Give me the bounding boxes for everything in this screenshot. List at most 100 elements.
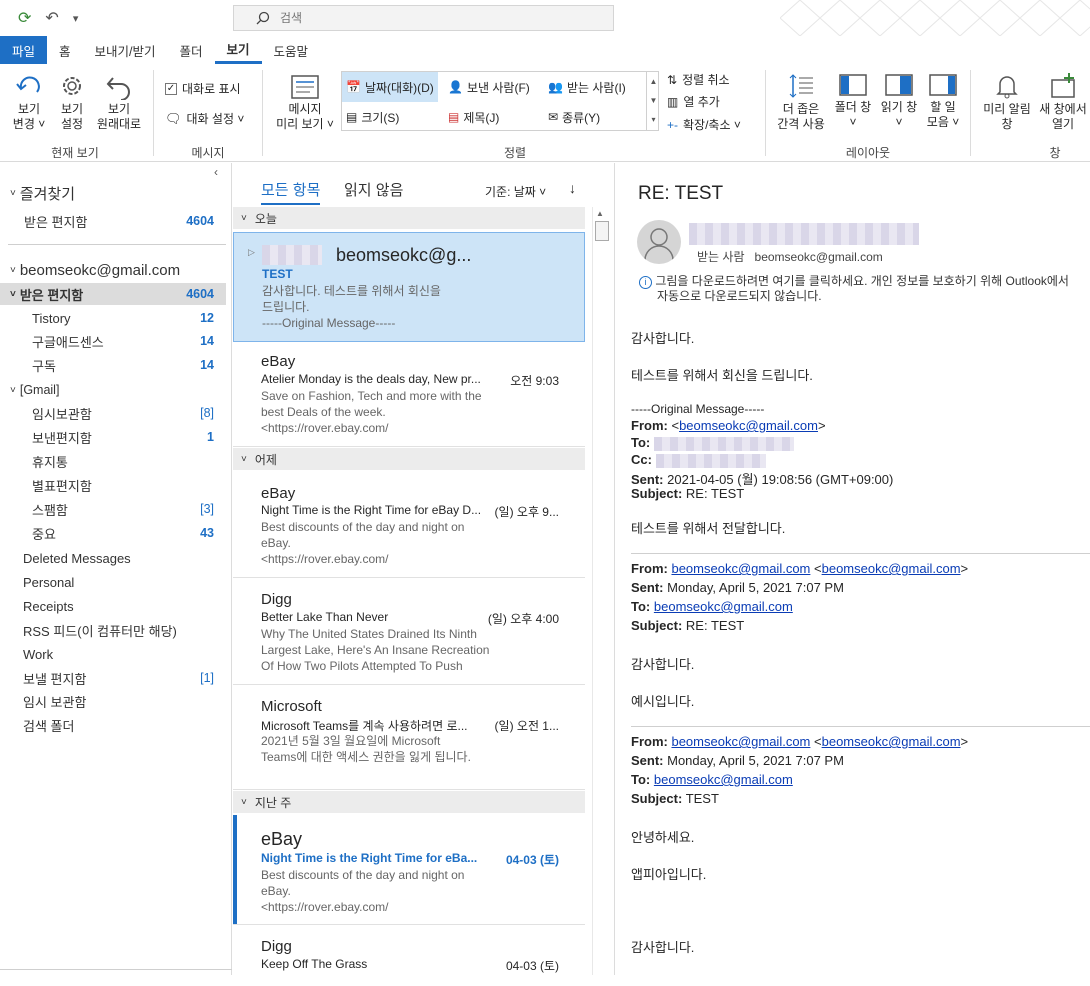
message-item[interactable]: eBay Atelier Monday is the deals day, Ne… (233, 343, 585, 447)
message-item[interactable]: Digg Keep Off The Grass 04-03 (토) (233, 926, 585, 986)
arrange-by-type-button[interactable]: ✉ 종류(Y) (544, 102, 604, 132)
type-icon: ✉ (548, 110, 559, 124)
tab-folder[interactable]: 폴더 (168, 36, 215, 64)
tab-help[interactable]: 도움말 (262, 36, 321, 64)
expand-conversation-icon[interactable]: ▷ (248, 247, 255, 258)
columns-icon: ▥ (667, 94, 679, 109)
group-header-today[interactable]: ˅ 오늘 (233, 207, 585, 229)
folder-tistory[interactable]: Tistory 12 (0, 307, 226, 329)
email-link[interactable]: beomseokc@gmail.com (654, 772, 793, 787)
folder-local-drafts[interactable]: 임시 보관함 (0, 690, 226, 712)
email-link[interactable]: beomseokc@gmail.com (822, 734, 961, 749)
folder-gmail[interactable]: ˅ [Gmail] (0, 379, 226, 401)
arrange-by-size-button[interactable]: ▤ 크기(S) (342, 102, 403, 132)
customize-toolbar-icon[interactable]: ▾ (73, 12, 79, 25)
folder-search-folders[interactable]: 검색 폴더 (0, 714, 226, 736)
conversation-settings-button[interactable]: 🗨 대화 설정 ˅ (165, 110, 244, 127)
sort-direction-icon[interactable]: ↓ (569, 180, 576, 196)
message-subject: Keep Off The Grass (261, 957, 368, 971)
folder-sent[interactable]: 보낸편지함 1 (0, 426, 226, 448)
folder-trash[interactable]: 휴지통 (0, 450, 226, 472)
message-subject: Night Time is the Right Time for eBa... (261, 851, 478, 865)
reverse-sort-button[interactable]: ⇅ 정렬 취소 (667, 71, 730, 88)
message-preview-button[interactable]: 메시지 미리 보기 ˅ (270, 74, 340, 132)
favorites-header[interactable]: ˅ 즐겨찾기 (0, 182, 226, 204)
tab-file[interactable]: 파일 (0, 36, 48, 64)
message-sender: Digg (261, 938, 292, 955)
filter-unread-tab[interactable]: 읽지 않음 (344, 179, 403, 200)
reading-pane-button[interactable]: 읽기 창 ˅ (876, 72, 922, 130)
message-item[interactable]: eBay Night Time is the Right Time for eB… (233, 815, 585, 925)
undo-icon[interactable]: ↶ (45, 8, 58, 28)
group-header-last-week[interactable]: ˅ 지난 주 (233, 791, 585, 813)
account-header[interactable]: ˅ beomseokc@gmail.com (0, 259, 226, 281)
folder-adsense[interactable]: 구글애드센스 14 (0, 330, 226, 352)
folder-personal[interactable]: Personal (0, 571, 226, 593)
quote1-sent-line: Sent: Monday, April 5, 2021 7:07 PM (631, 580, 844, 595)
tab-home[interactable]: 홈 (47, 36, 83, 64)
checkbox-checked-icon: ✓ (165, 82, 177, 95)
reminders-window-button[interactable]: 미리 알림 창 (978, 72, 1036, 132)
send-receive-icon[interactable]: ⟳ (18, 8, 31, 28)
arrange-by-date-button[interactable]: 📅 날짜(대화)(D) (342, 72, 438, 102)
folder-outbox[interactable]: 보낼 편지함 [1] (0, 667, 226, 689)
folder-receipts[interactable]: Receipts (0, 595, 226, 617)
email-link[interactable]: beomseokc@gmail.com (671, 734, 810, 749)
folder-deleted-messages[interactable]: Deleted Messages (0, 547, 226, 569)
tab-view[interactable]: 보기 (214, 36, 262, 64)
folder-pane-button[interactable]: 폴더 창 ˅ (830, 72, 876, 130)
search-box[interactable] (233, 5, 614, 31)
message-item[interactable]: Digg Better Lake Than Never (일) 오후 4:00 … (233, 579, 585, 685)
arrange-by-subject-button[interactable]: ▤ 제목(J) (444, 102, 503, 132)
view-settings-button[interactable]: 보기 설정 (52, 72, 92, 132)
collapse-pane-icon[interactable]: ‹ (214, 165, 218, 179)
message-time: 04-03 (토) (505, 853, 559, 867)
expand-collapse-icon: +- (667, 117, 679, 132)
folder-work[interactable]: Work (0, 643, 226, 665)
expand-collapse-button[interactable]: +- 확장/축소 ˅ (667, 116, 741, 133)
search-input[interactable] (280, 11, 580, 25)
gallery-scroll[interactable]: ▲ ▼ ▾ (646, 72, 660, 130)
email-link[interactable]: beomseokc@gmail.com (822, 561, 961, 576)
open-in-new-window-button[interactable]: 새 창에서 열기 (1036, 72, 1090, 132)
message-time: (일) 오후 9... (494, 505, 559, 519)
change-view-button[interactable]: 보기 변경 ˅ (6, 72, 52, 132)
reset-view-button[interactable]: 보기 원래대로 (94, 72, 144, 132)
folder-starred[interactable]: 별표편지함 (0, 474, 226, 496)
add-columns-button[interactable]: ▥ 열 추가 (667, 93, 720, 110)
ribbon-divider (262, 70, 263, 156)
chevron-down-icon: ˅ (241, 796, 247, 808)
message-item[interactable]: eBay Night Time is the Right Time for eB… (233, 471, 585, 578)
arrange-by-from-button[interactable]: 👤 보낸 사람(F) (444, 72, 534, 102)
message-list-scrollbar[interactable]: ▲ (592, 207, 610, 975)
download-pictures-infobar[interactable]: i 그림을 다운로드하려면 여기를 클릭하세요. 개인 정보를 보호하기 위해 … (639, 274, 1069, 304)
message-preview: Save on Fashion, Tech and more with the … (261, 389, 482, 435)
email-link[interactable]: beomseokc@gmail.com (671, 561, 810, 576)
folder-inbox[interactable]: ˅ 받은 편지함 4604 (0, 283, 226, 305)
folder-spam[interactable]: 스팸함 [3] (0, 498, 226, 520)
compact-spacing-button[interactable]: 더 좁은 간격 사용 (772, 72, 830, 132)
folder-subscriptions[interactable]: 구독 14 (0, 354, 226, 376)
arrange-by-to-button[interactable]: 👥 받는 사람(I) (544, 72, 630, 102)
scroll-up-icon[interactable]: ▲ (596, 209, 604, 218)
favorite-inbox[interactable]: 받은 편지함 4604 (0, 210, 226, 232)
scroll-thumb[interactable] (595, 221, 609, 241)
filter-all-tab[interactable]: 모든 항목 (261, 179, 321, 205)
todo-bar-button[interactable]: 할 일 모음 ˅ (922, 72, 964, 130)
tab-send-receive[interactable]: 보내기/받기 (83, 36, 168, 64)
message-item[interactable]: ▷ beomseokc@g... TEST 감사합니다. 테스트를 위해서 회신… (233, 232, 585, 342)
sort-by-dropdown[interactable]: 기준: 날짜 ˅ (485, 183, 546, 200)
message-item[interactable]: Microsoft Microsoft Teams를 계속 사용하려면 로...… (233, 686, 585, 790)
chevron-down-icon: ˅ (241, 212, 247, 224)
recipient-line: 받는 사람 beomseokc@gmail.com (697, 250, 883, 264)
folder-drafts[interactable]: 임시보관함 [8] (0, 402, 226, 424)
folder-important[interactable]: 중요 43 (0, 522, 226, 544)
folder-pane-icon (839, 74, 867, 96)
email-link[interactable]: beomseokc@gmail.com (654, 599, 793, 614)
quote1-from-line: From: beomseokc@gmail.com <beomseokc@gma… (631, 561, 969, 576)
email-link[interactable]: beomseokc@gmail.com (679, 418, 818, 433)
folder-rss[interactable]: RSS 피드(이 컴퓨터만 해당) (0, 619, 226, 641)
body-paragraph: 테스트를 위해서 전달합니다. (631, 521, 786, 536)
group-header-yesterday[interactable]: ˅ 어제 (233, 448, 585, 470)
show-as-conversations-checkbox[interactable]: ✓ 대화로 표시 (165, 80, 241, 97)
